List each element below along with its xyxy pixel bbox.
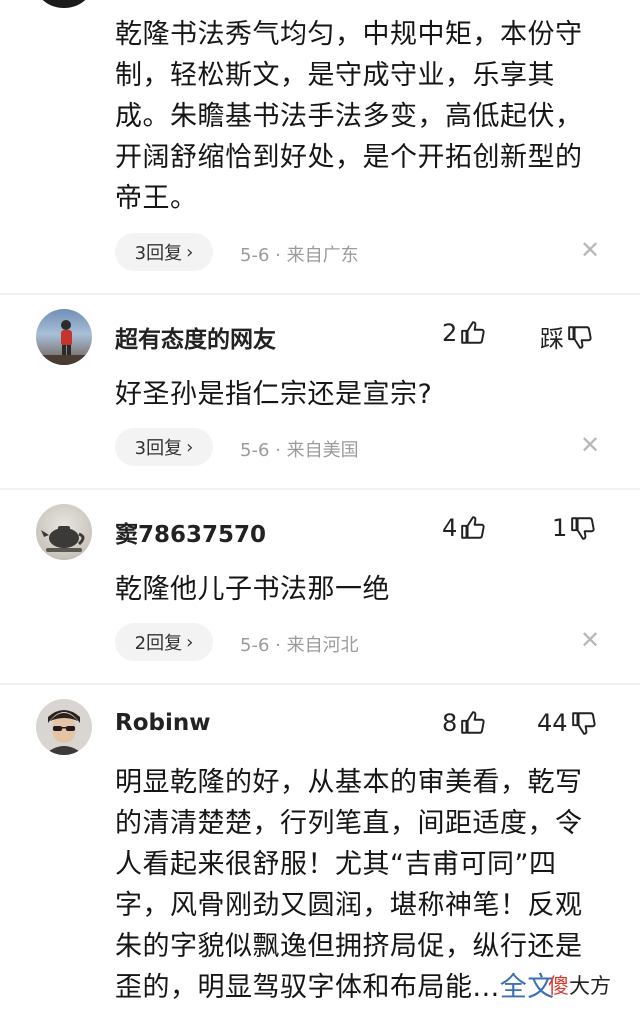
avatar-teapot bbox=[41, 526, 85, 552]
replies-label: 2回复 bbox=[134, 633, 183, 654]
comment-line: 朱的字貌似飘逸但拥挤局促，纵行还是 bbox=[115, 931, 583, 962]
full-text-link[interactable]: 全文 bbox=[500, 972, 555, 1003]
watermark: 傻大方 bbox=[548, 970, 611, 1000]
comment-meta: 5-6 · 来自河北 bbox=[240, 635, 359, 656]
comment-line: 成。朱瞻基书法手法多变，高低起伏， bbox=[115, 101, 583, 132]
thumb-down-icon bbox=[571, 712, 596, 735]
divider bbox=[0, 293, 640, 295]
comment-line: 的清清楚楚，行列笔直，间距适度，令 bbox=[115, 808, 583, 839]
comment-meta-row: 3回复 › 5-6 · 来自美国 ✕ bbox=[0, 428, 640, 470]
comment-line: 人看起来很舒服！尤其“吉甫可同”四 bbox=[115, 849, 557, 880]
replies-button[interactable]: 3回复 › bbox=[115, 233, 213, 271]
dislike-count: 44 bbox=[537, 709, 568, 737]
comment-line: 制，轻松斯文，是守成守业，乐享其 bbox=[115, 60, 555, 91]
like-count: 8 bbox=[442, 709, 458, 737]
avatar[interactable] bbox=[36, 699, 92, 755]
avatar[interactable] bbox=[36, 504, 92, 560]
dislike-count: 1 bbox=[552, 514, 568, 542]
comment-line: 歪的，明显驾驭字体和布局能... bbox=[115, 972, 500, 1003]
comment-text: 明显乾隆的好，从基本的审美看，乾写 的清清楚楚，行列笔直，间距适度，令 人看起来… bbox=[115, 762, 583, 1008]
comment-last-line: 歪的，明显驾驭字体和布局能...全文 bbox=[115, 967, 583, 1008]
avatar[interactable] bbox=[36, 309, 92, 365]
like-count: 4 bbox=[442, 514, 458, 542]
like-button[interactable]: 4 bbox=[442, 514, 486, 542]
divider bbox=[0, 683, 640, 685]
username[interactable]: 窦78637570 bbox=[115, 515, 266, 549]
like-button[interactable]: 2 bbox=[442, 319, 486, 347]
avatar-portrait bbox=[44, 710, 84, 755]
comment-line: 字，风骨刚劲又圆润，堪称神笔！反观 bbox=[115, 890, 583, 921]
comment-line: 开阔舒缩恰到好处，是个开拓创新型的 bbox=[115, 142, 583, 173]
dislike-button[interactable]: 44 bbox=[537, 709, 597, 737]
thumb-down-icon bbox=[568, 325, 592, 349]
close-icon[interactable]: ✕ bbox=[580, 431, 600, 459]
like-count: 2 bbox=[442, 319, 458, 347]
comment-text: 好圣孙是指仁宗还是宣宗? bbox=[115, 374, 432, 415]
like-button[interactable]: 8 bbox=[442, 709, 486, 737]
replies-label: 3回复 bbox=[134, 243, 183, 264]
comment-meta: 5-6 · 来自美国 bbox=[240, 440, 359, 461]
comment-text: 乾隆书法秀气均匀，中规中矩，本份守 制，轻松斯文，是守成守业，乐享其 成。朱瞻基… bbox=[115, 14, 583, 219]
comment-line: 明显乾隆的好，从基本的审美看，乾写 bbox=[115, 767, 583, 798]
replies-button[interactable]: 2回复 › bbox=[115, 623, 213, 661]
replies-button[interactable]: 3回复 › bbox=[115, 428, 213, 466]
thumb-up-icon bbox=[461, 516, 485, 539]
comment-meta-row: 3回复 › 5-6 · 来自广东 ✕ bbox=[0, 233, 640, 275]
comment-line: 乾隆他儿子书法那一绝 bbox=[115, 574, 390, 605]
avatar-figure bbox=[36, 320, 92, 365]
divider bbox=[0, 488, 640, 490]
watermark-text: 大方 bbox=[569, 974, 611, 998]
username[interactable]: 超有态度的网友 bbox=[115, 320, 276, 354]
avatar-partial[interactable] bbox=[36, 0, 92, 8]
comment-meta-row: 2回复 › 5-6 · 来自河北 ✕ bbox=[0, 623, 640, 665]
comment-text: 乾隆他儿子书法那一绝 bbox=[115, 569, 390, 610]
comment-meta: 5-6 · 来自广东 bbox=[240, 245, 359, 266]
dislike-button[interactable]: 踩 bbox=[540, 319, 593, 354]
comment-line: 好圣孙是指仁宗还是宣宗? bbox=[115, 379, 433, 410]
chevron-right-icon: › bbox=[186, 241, 194, 263]
watermark-red: 傻 bbox=[548, 974, 569, 998]
thumb-up-icon bbox=[461, 321, 485, 344]
close-icon[interactable]: ✕ bbox=[580, 236, 600, 264]
dislike-button[interactable]: 1 bbox=[552, 514, 596, 542]
thumb-up-icon bbox=[461, 711, 485, 734]
close-icon[interactable]: ✕ bbox=[580, 626, 600, 654]
username[interactable]: Robinw bbox=[115, 710, 210, 736]
chevron-right-icon: › bbox=[186, 436, 194, 458]
thumb-down-icon bbox=[571, 517, 595, 540]
comment-line: 帝王。 bbox=[115, 183, 198, 214]
dislike-label: 踩 bbox=[540, 325, 564, 353]
comment-line: 乾隆书法秀气均匀，中规中矩，本份守 bbox=[115, 19, 583, 50]
chevron-right-icon: › bbox=[186, 631, 194, 653]
replies-label: 3回复 bbox=[134, 438, 183, 459]
